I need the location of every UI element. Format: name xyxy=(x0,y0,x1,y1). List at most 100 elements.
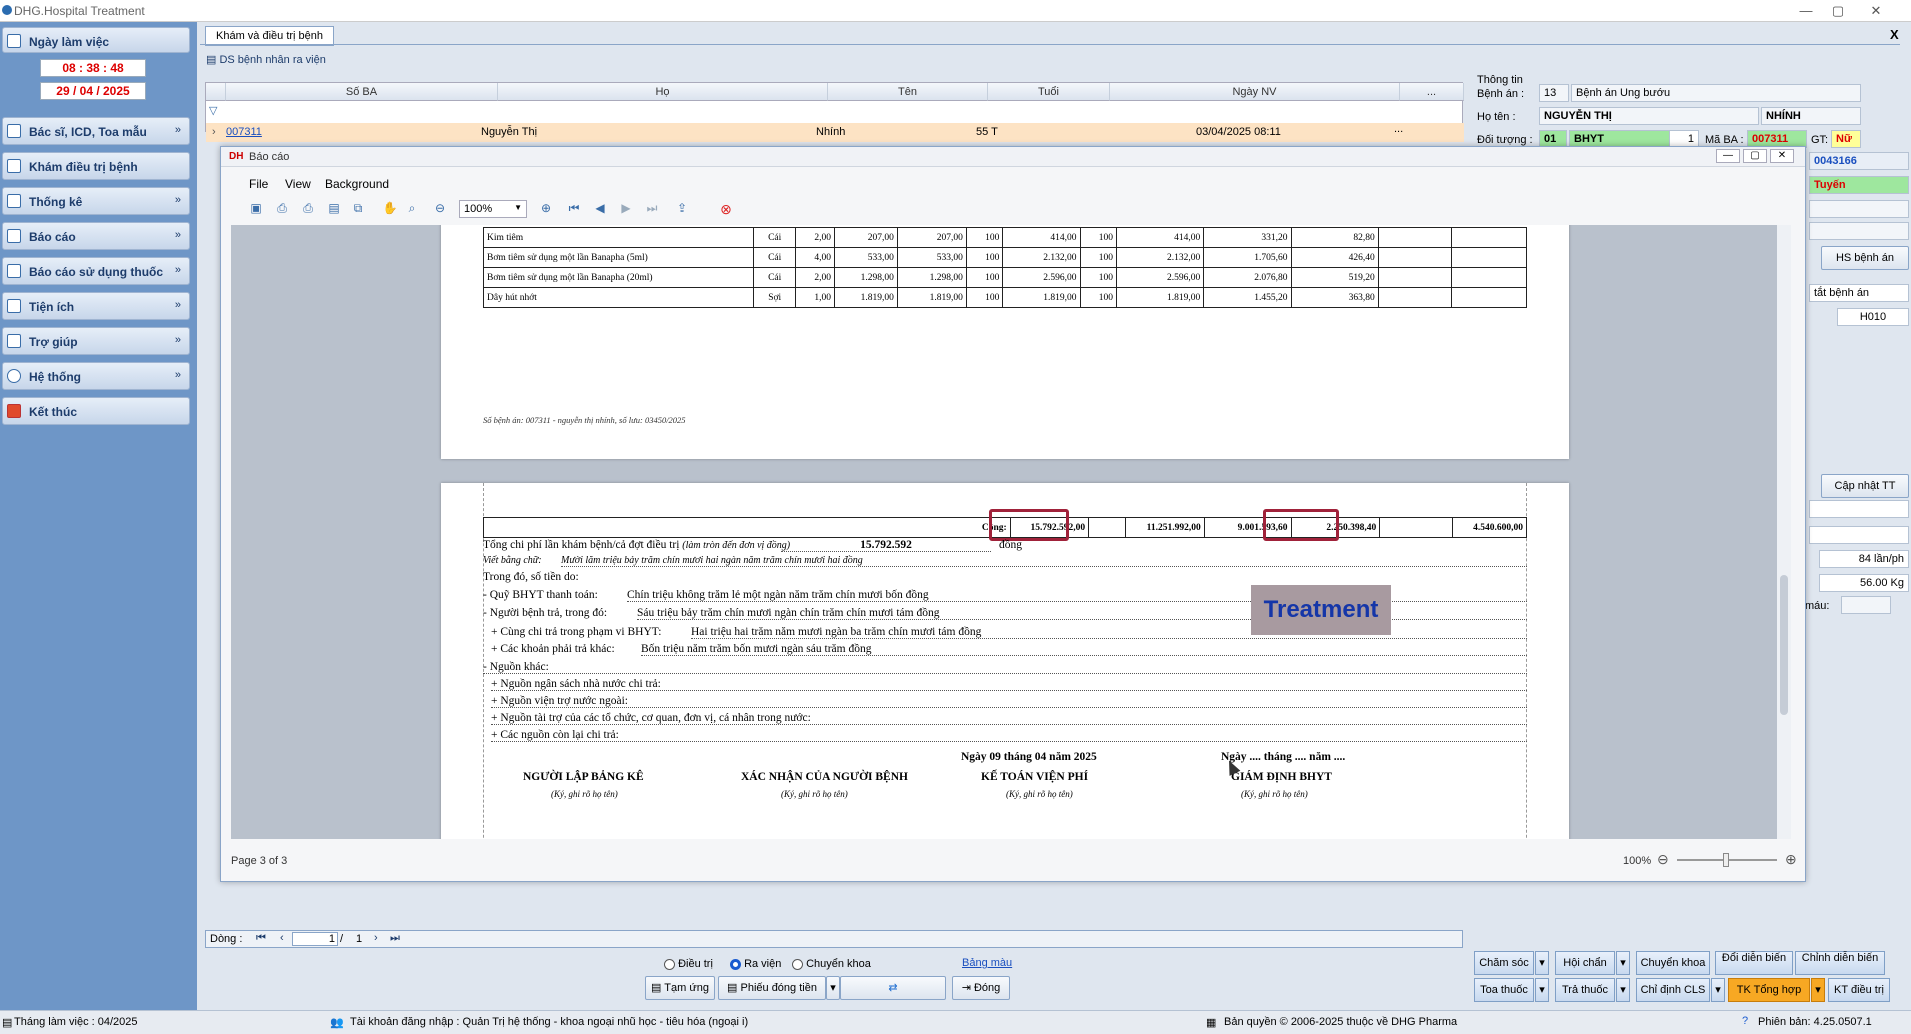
next-page-icon[interactable]: ▶ xyxy=(617,201,635,217)
col-header-ho[interactable]: Họ xyxy=(498,83,828,101)
minimize-button[interactable]: — xyxy=(1790,1,1822,21)
export-icon[interactable]: ⇪ xyxy=(673,201,691,217)
sidebar-item-tienich[interactable]: Tiện ích » xyxy=(2,292,190,320)
pager-current-input[interactable]: 1 xyxy=(292,932,338,946)
chuyenkhoa-button[interactable]: Chuyển khoa xyxy=(1636,951,1710,975)
refresh-button[interactable]: ⇄ xyxy=(840,976,946,1000)
zoom-select[interactable]: 100% ▼ xyxy=(459,200,527,218)
quick-print-icon[interactable]: ⎙ xyxy=(299,201,317,217)
hs-benhan-button[interactable]: HS bệnh án xyxy=(1821,246,1909,270)
workday-header[interactable]: Ngày làm việc xyxy=(2,27,190,53)
tuyen-field[interactable]: Tuyến xyxy=(1809,176,1909,194)
phieudongtien-button[interactable]: ▤ Phiếu đóng tiền xyxy=(718,976,826,1000)
close-report-icon[interactable]: ⊗ xyxy=(717,201,735,217)
hoichan-button[interactable]: Hội chẩn xyxy=(1555,951,1615,975)
cell-more[interactable]: ... xyxy=(1394,123,1403,135)
zoom-in-icon[interactable]: ⊕ xyxy=(1785,851,1797,868)
print-icon[interactable]: ⎙ xyxy=(273,201,291,217)
sidebar-item-bacsi[interactable]: Bác sĩ, ICD, Toa mẫu » xyxy=(2,117,190,145)
sidebar-item-hethong[interactable]: Hệ thống » xyxy=(2,362,190,390)
subtab-ds-benhnhan[interactable]: ▤ DS bệnh nhân ra viện xyxy=(206,53,326,66)
scrollbar-thumb[interactable] xyxy=(1780,575,1788,715)
tat-benhan-select[interactable]: tắt bệnh án xyxy=(1809,284,1909,302)
pager-last-icon[interactable]: ⏭ xyxy=(390,932,400,945)
maximize-button[interactable]: ▢ xyxy=(1822,1,1854,21)
hoten-field[interactable]: NGUYỄN THỊ xyxy=(1539,107,1759,125)
zoom-out-icon[interactable]: ⊖ xyxy=(1657,851,1669,868)
hoichan-dropdown[interactable]: ▾ xyxy=(1616,951,1630,975)
sidebar-item-kham[interactable]: Khám điều trị bệnh xyxy=(2,152,190,180)
col-header-soba[interactable]: Số BA xyxy=(226,83,498,101)
tab-kham-dieu-tri[interactable]: Khám và điều trị bệnh xyxy=(205,26,335,46)
chamsoc-dropdown[interactable]: ▾ xyxy=(1535,951,1549,975)
save-icon[interactable]: ▣ xyxy=(247,201,265,217)
kg-field[interactable]: 56.00 Kg xyxy=(1819,574,1909,592)
toathuoc-dropdown[interactable]: ▾ xyxy=(1535,978,1549,1002)
col-header-ngaynv[interactable]: Ngày NV xyxy=(1110,83,1400,101)
menu-background[interactable]: Background xyxy=(325,177,389,191)
chamsoc-button[interactable]: Chăm sóc xyxy=(1474,951,1534,975)
zoom-slider-thumb[interactable] xyxy=(1723,853,1729,867)
last-page-icon[interactable]: ⏭ xyxy=(643,201,661,217)
chidinhcls-button[interactable]: Chỉ định CLS xyxy=(1636,978,1710,1002)
sidebar-item-baocao-thuoc[interactable]: Báo cáo sử dụng thuốc » xyxy=(2,257,190,285)
ten-field[interactable]: NHÍNH xyxy=(1761,107,1861,125)
mau-select[interactable] xyxy=(1841,596,1891,614)
menu-file[interactable]: File xyxy=(249,177,268,191)
report-minimize-button[interactable]: — xyxy=(1716,149,1740,163)
report-close-button[interactable]: ✕ xyxy=(1770,149,1794,163)
chinhdienbien-button[interactable]: Chỉnh diễn biến xyxy=(1795,951,1885,975)
lanph-field[interactable]: 84 lần/ph xyxy=(1819,550,1909,568)
report-viewport[interactable]: Kim tiêm Cái 2,00 207,00 207,00 100 414,00 100 4… xyxy=(231,225,1791,839)
table-row[interactable]: › 007311 Nguyễn Thị Nhính 55 T 03/04/202… xyxy=(206,123,1464,142)
info-select-2[interactable] xyxy=(1809,526,1909,544)
pager-first-icon[interactable]: ⏮ xyxy=(256,932,266,945)
scale-icon[interactable]: ⧉ xyxy=(349,201,367,217)
tamung-button[interactable]: ▤ Tạm ứng xyxy=(645,976,715,1000)
benhan-no-field[interactable]: 13 xyxy=(1539,84,1569,102)
tktonghop-button[interactable]: TK Tổng hợp xyxy=(1728,978,1810,1002)
menu-view[interactable]: View xyxy=(285,177,311,191)
bangmau-link[interactable]: Bảng màu xyxy=(962,957,1012,969)
sidebar-item-thongke[interactable]: Thống kê » xyxy=(2,187,190,215)
info-select-1[interactable] xyxy=(1809,500,1909,518)
ktdieutri-button[interactable]: KT điều trị xyxy=(1828,978,1890,1002)
h010-field[interactable]: H010 xyxy=(1837,308,1909,326)
phieudongtien-dropdown[interactable]: ▾ xyxy=(826,976,840,1000)
pager-prev-icon[interactable]: ‹ xyxy=(280,932,284,944)
toathuoc-button[interactable]: Toa thuốc xyxy=(1474,978,1534,1002)
radio-chuyenkhoa[interactable]: Chuyển khoa xyxy=(792,958,871,970)
benhan-name-field[interactable]: Bệnh án Ung bướu xyxy=(1571,84,1861,102)
close-window-button[interactable]: ✕ xyxy=(1860,1,1892,21)
col-header-ten[interactable]: Tên xyxy=(828,83,988,101)
prev-page-icon[interactable]: ◀ xyxy=(591,201,609,217)
report-maximize-button[interactable]: ▢ xyxy=(1743,149,1767,163)
gt-field[interactable]: Nữ xyxy=(1831,130,1861,148)
first-page-icon[interactable]: ⏮ xyxy=(565,201,583,217)
radio-ravien[interactable]: Ra viện xyxy=(730,958,781,970)
zoom-in-icon[interactable]: ⊕ xyxy=(537,201,555,217)
report-vertical-scrollbar[interactable] xyxy=(1777,225,1791,839)
chidinhcls-dropdown[interactable]: ▾ xyxy=(1711,978,1725,1002)
filter-icon[interactable]: ▽ xyxy=(209,104,217,117)
sidebar-item-trogiup[interactable]: Trợ giúp » xyxy=(2,327,190,355)
magnifier-icon[interactable]: ⌕ xyxy=(403,201,421,217)
trathuoc-button[interactable]: Trả thuốc xyxy=(1555,978,1615,1002)
radio-dieutri[interactable]: Điều trị xyxy=(664,958,713,970)
cell-soba-link[interactable]: 007311 xyxy=(226,126,262,138)
sidebar-item-ketthuc[interactable]: Kết thúc xyxy=(2,397,190,425)
trathuoc-dropdown[interactable]: ▾ xyxy=(1616,978,1630,1002)
doidienbien-button[interactable]: Đổi diễn biến xyxy=(1715,951,1793,975)
page-setup-icon[interactable]: ▤ xyxy=(325,201,343,217)
tktonghop-dropdown[interactable]: ▾ xyxy=(1811,978,1825,1002)
col-header-more[interactable]: ... xyxy=(1400,83,1464,101)
hand-tool-icon[interactable]: ✋ xyxy=(381,201,399,217)
info-field-1[interactable] xyxy=(1809,200,1909,218)
col-header-tuoi[interactable]: Tuổi xyxy=(988,83,1110,101)
close-tab-button[interactable]: X xyxy=(1890,27,1899,42)
dong-button[interactable]: ⇥ Đóng xyxy=(952,976,1010,1000)
capnhat-button[interactable]: Cập nhật TT xyxy=(1821,474,1909,498)
info-field-2[interactable] xyxy=(1809,222,1909,240)
pager-next-icon[interactable]: › xyxy=(374,932,378,944)
zoom-out-icon[interactable]: ⊖ xyxy=(431,201,449,217)
